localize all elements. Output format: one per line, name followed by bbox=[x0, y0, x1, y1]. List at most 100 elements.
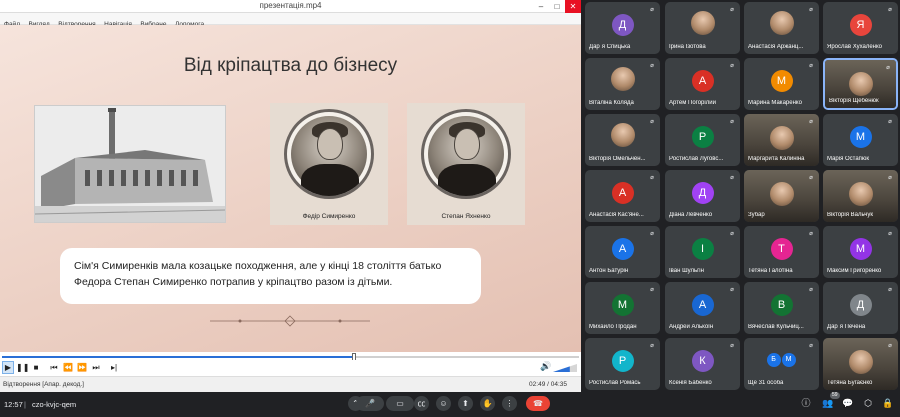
playback-time: 02:49 / 04:35 bbox=[529, 381, 567, 388]
captions-icon[interactable]: ㏄ bbox=[414, 396, 429, 411]
participant-tile[interactable]: І ⌀ Іван Шульгін bbox=[665, 226, 740, 278]
mic-muted-icon: ⌀ bbox=[650, 119, 654, 125]
pause-icon[interactable]: ❚❚ bbox=[16, 361, 29, 374]
mic-muted-icon: ⌀ bbox=[888, 287, 892, 293]
participant-tile[interactable]: Я ⌀ Ярослав Хухаленко bbox=[823, 2, 898, 54]
participant-tile[interactable]: Т ⌀ Тетяна Галотіна bbox=[744, 226, 819, 278]
separator: | bbox=[24, 400, 26, 409]
avatar: Д bbox=[849, 294, 872, 316]
participant-tile[interactable]: Б М ⌀ Ще 31 особа bbox=[744, 338, 819, 390]
mic-muted-icon: ⌀ bbox=[809, 119, 813, 125]
participant-tile[interactable]: Р ⌀ Ростислав Луговс... bbox=[665, 114, 740, 166]
playback-status: Відтворення [Апар. декод.] bbox=[3, 381, 84, 388]
volume-slider[interactable] bbox=[553, 364, 577, 372]
participant-tile[interactable]: ⌀ Маргарита Калиніна bbox=[744, 114, 819, 166]
maximize-icon[interactable]: □ bbox=[549, 0, 565, 13]
participant-tile[interactable]: ⌀ Віталіна Коляда bbox=[585, 58, 660, 110]
participant-tile[interactable]: Д ⌀ Діана Левченко bbox=[665, 170, 740, 222]
avatar-photo bbox=[690, 11, 715, 35]
participant-tile[interactable]: Р ⌀ Ростислав Ромась bbox=[585, 338, 660, 390]
chat-icon[interactable]: 💬 bbox=[842, 397, 854, 409]
participant-tile[interactable]: М ⌀ Максим Григоренко bbox=[823, 226, 898, 278]
participant-tile[interactable]: Д ⌀ Дар`я Печена bbox=[823, 282, 898, 334]
participant-tile[interactable]: М ⌀ Михайло Продан bbox=[585, 282, 660, 334]
participant-tile[interactable]: ⌀ Вікторія Омельчен... bbox=[585, 114, 660, 166]
previous-icon[interactable]: ⏮ bbox=[48, 361, 60, 374]
participant-face bbox=[769, 126, 794, 150]
avatar: К bbox=[691, 350, 714, 372]
participant-tile[interactable]: К ⌀ Ксенія Бабенко bbox=[665, 338, 740, 390]
participant-face bbox=[848, 182, 873, 206]
participant-name: Ярослав Хухаленко bbox=[827, 44, 883, 50]
minimize-icon[interactable]: – bbox=[533, 0, 549, 13]
presentation-slide: Від кріпацтва до бізнесу Федір Симиренко… bbox=[0, 25, 581, 352]
window-title: презентація.mp4 bbox=[259, 1, 322, 10]
participant-name: Ксенія Бабенко bbox=[669, 380, 712, 386]
activities-icon[interactable]: ⬡ bbox=[862, 397, 874, 409]
portrait-card-fedir: Федір Симиренко bbox=[270, 103, 388, 225]
participant-name: Артем Погорілий bbox=[669, 100, 716, 106]
participant-grid: Д ⌀ Дар`я Спицька ⌀ Ірина Ізотова ⌀ Анастасія … bbox=[585, 0, 900, 392]
avatar: М bbox=[849, 238, 872, 260]
microphone-button[interactable]: 🎤 bbox=[356, 396, 384, 411]
more-vert-icon[interactable]: ⋮ bbox=[502, 396, 517, 411]
participant-tile[interactable]: В ⌀ Вячеслав Кульчиц... bbox=[744, 282, 819, 334]
avatar-photo bbox=[610, 123, 635, 147]
info-icon[interactable]: ⓘ bbox=[800, 397, 812, 409]
raise-hand-icon[interactable]: ✋ bbox=[480, 396, 495, 411]
mic-muted-icon: ⌀ bbox=[809, 175, 813, 181]
mic-muted-icon: ⌀ bbox=[650, 63, 654, 69]
mic-muted-icon: ⌀ bbox=[888, 343, 892, 349]
stop-icon[interactable]: ■ bbox=[30, 361, 42, 374]
current-time: 12:57 bbox=[4, 400, 23, 409]
participant-tile[interactable]: А ⌀ Антон Батурін bbox=[585, 226, 660, 278]
participant-name: Діана Левченко bbox=[669, 212, 713, 218]
participant-name: Анастасія Аржанц... bbox=[748, 44, 804, 50]
participant-tile[interactable]: А ⌀ Анастасія Кас'яне... bbox=[585, 170, 660, 222]
portrait-caption: Степан Яхненко bbox=[441, 213, 491, 220]
lock-icon[interactable]: 🔒 bbox=[882, 397, 894, 409]
participant-tile[interactable]: ⌀ Вікторія Вальчук bbox=[823, 170, 898, 222]
mic-muted-icon: ⌀ bbox=[650, 231, 654, 237]
present-screen-icon[interactable]: ⬆ bbox=[458, 396, 473, 411]
rewind-icon[interactable]: ⏪ bbox=[62, 361, 74, 374]
close-icon[interactable]: ✕ bbox=[565, 0, 581, 13]
participant-name: Михайло Продан bbox=[589, 324, 637, 330]
camera-button[interactable]: ▭ bbox=[386, 396, 414, 411]
next-icon[interactable]: ⏭ bbox=[90, 361, 102, 374]
seek-bar[interactable] bbox=[0, 352, 581, 361]
mic-muted-icon: ⌀ bbox=[888, 175, 892, 181]
leave-call-button[interactable]: ☎ bbox=[526, 396, 550, 411]
forward-icon[interactable]: ⏩ bbox=[76, 361, 88, 374]
emoji-icon[interactable]: ☺ bbox=[436, 396, 451, 411]
meeting-code: czo-kvjc-qem bbox=[32, 400, 77, 409]
mic-muted-icon: ⌀ bbox=[888, 231, 892, 237]
mic-muted-icon: ⌀ bbox=[809, 231, 813, 237]
participant-tile[interactable]: М ⌀ Марія Остапюк bbox=[823, 114, 898, 166]
participant-tile[interactable]: А ⌀ Артем Погорілий bbox=[665, 58, 740, 110]
participant-face bbox=[848, 350, 873, 374]
participant-tile[interactable]: ⌀ Тетяна Бугаєнко bbox=[823, 338, 898, 390]
avatar-photo bbox=[769, 11, 794, 35]
volume-icon[interactable]: 🔊 bbox=[540, 361, 551, 372]
play-icon[interactable]: ▶ bbox=[2, 361, 14, 374]
participant-tile[interactable]: М ⌀ Марина Макаренко bbox=[744, 58, 819, 110]
participant-name: Іван Шульгін bbox=[669, 268, 704, 274]
player-status-bar: Відтворення [Апар. декод.] 02:49 / 04:35 bbox=[0, 376, 581, 392]
participant-tile[interactable]: ⌀ Зубар bbox=[744, 170, 819, 222]
mic-muted-icon: ⌀ bbox=[888, 119, 892, 125]
mic-muted-icon: ⌀ bbox=[650, 343, 654, 349]
participant-tile[interactable]: ⌀ Ірина Ізотова bbox=[665, 2, 740, 54]
participant-name: Анастасія Кас'яне... bbox=[589, 212, 644, 218]
mic-muted-icon: ⌀ bbox=[730, 63, 734, 69]
slide-text-box: Сім'я Симиренків мала козацьке походженн… bbox=[60, 248, 481, 304]
participant-tile[interactable]: Д ⌀ Дар`я Спицька bbox=[585, 2, 660, 54]
participant-name: Тетяна Бугаєнко bbox=[827, 380, 873, 386]
participant-tile[interactable]: ⌀ Вікторія Щебенюк bbox=[823, 58, 898, 110]
participant-name: Вікторія Вальчук bbox=[827, 212, 873, 218]
participant-tile[interactable]: А ⌀ Андрей Алькоїн bbox=[665, 282, 740, 334]
participant-tile[interactable]: ⌀ Анастасія Аржанц... bbox=[744, 2, 819, 54]
avatar-photo bbox=[610, 67, 635, 91]
frame-step-icon[interactable]: ▸| bbox=[108, 361, 120, 374]
portrait-caption: Федір Симиренко bbox=[302, 213, 356, 220]
